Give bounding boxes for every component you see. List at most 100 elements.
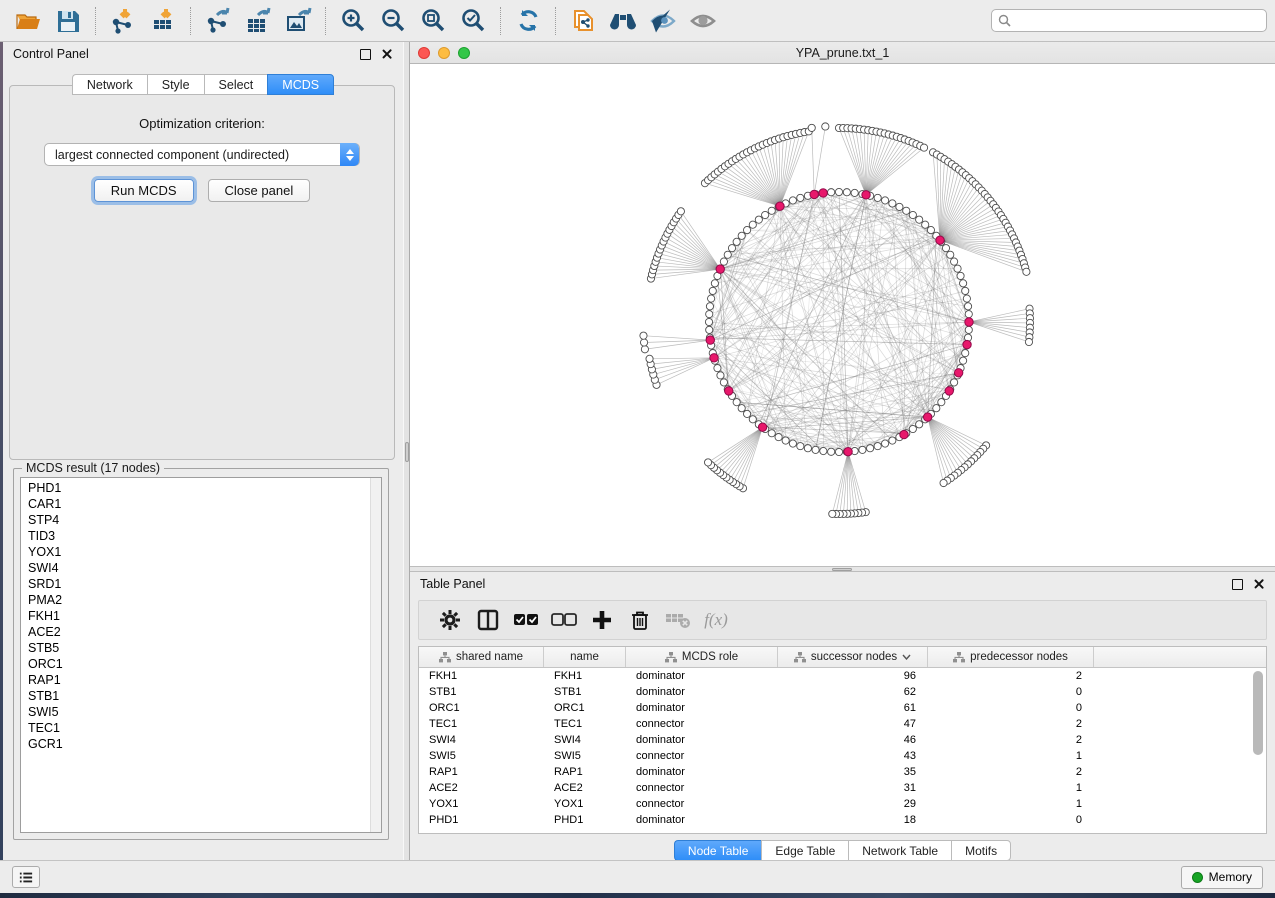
table-settings-button[interactable]: [431, 604, 469, 636]
tab-style[interactable]: Style: [147, 74, 204, 95]
table-row[interactable]: ORC1ORC1dominator610: [419, 700, 1266, 716]
zoom-selected-icon: [460, 7, 487, 34]
show-graphics-button[interactable]: [683, 4, 723, 38]
create-column-button[interactable]: [583, 604, 621, 636]
list-item[interactable]: TID3: [28, 528, 381, 544]
save-button[interactable]: [48, 4, 88, 38]
export-network-button[interactable]: [198, 4, 238, 38]
network-window: YPA_prune.txt_1: [410, 42, 1275, 566]
table-row[interactable]: SWI4SWI4dominator462: [419, 732, 1266, 748]
refresh-button[interactable]: [508, 4, 548, 38]
list-item[interactable]: PMA2: [28, 592, 381, 608]
vertical-splitter[interactable]: [403, 42, 410, 860]
select-all-button[interactable]: [507, 604, 545, 636]
show-columns-button[interactable]: [469, 604, 507, 636]
table-cell: 47: [778, 716, 928, 732]
splitter-handle[interactable]: [405, 442, 409, 462]
apply-function-button[interactable]: f(x): [697, 604, 735, 636]
table-cell: ORC1: [544, 700, 626, 716]
deselect-all-button[interactable]: [545, 604, 583, 636]
column-header-successor-nodes[interactable]: successor nodes: [778, 647, 928, 667]
list-item[interactable]: GCR1: [28, 736, 381, 752]
close-panel-icon[interactable]: [381, 48, 393, 60]
table-row[interactable]: SWI5SWI5connector431: [419, 748, 1266, 764]
tab-motifs[interactable]: Motifs: [951, 840, 1011, 861]
list-item[interactable]: STP4: [28, 512, 381, 528]
list-item[interactable]: SWI4: [28, 560, 381, 576]
table-cell: SWI5: [544, 748, 626, 764]
column-header-shared-name[interactable]: shared name: [419, 647, 544, 667]
zoom-fit-button[interactable]: [413, 4, 453, 38]
table-row[interactable]: RAP1RAP1dominator352: [419, 764, 1266, 780]
list-item[interactable]: STB1: [28, 688, 381, 704]
export-table-button[interactable]: [238, 4, 278, 38]
optimization-select[interactable]: largest connected component (undirected): [44, 143, 360, 166]
list-item[interactable]: CAR1: [28, 496, 381, 512]
network-graph[interactable]: [410, 64, 1275, 565]
mcds-result-list[interactable]: PHD1CAR1STP4TID3YOX1SWI4SRD1PMA2FKH1ACE2…: [20, 477, 382, 833]
float-panel-icon[interactable]: [360, 49, 371, 60]
list-item[interactable]: SWI5: [28, 704, 381, 720]
close-panel-icon[interactable]: [1253, 578, 1265, 590]
import-network-icon: [110, 7, 137, 34]
export-image-button[interactable]: [278, 4, 318, 38]
select-stepper-icon: [340, 143, 359, 166]
table-row[interactable]: YOX1YOX1connector291: [419, 796, 1266, 812]
tab-edge-table[interactable]: Edge Table: [761, 840, 848, 861]
float-panel-icon[interactable]: [1232, 579, 1243, 590]
column-header-name[interactable]: name: [544, 647, 626, 667]
run-mcds-button[interactable]: Run MCDS: [94, 179, 194, 202]
tab-select[interactable]: Select: [204, 74, 268, 95]
memory-button[interactable]: Memory: [1181, 866, 1263, 889]
search-input[interactable]: [1016, 13, 1260, 29]
list-item[interactable]: RAP1: [28, 672, 381, 688]
zoom-out-button[interactable]: [373, 4, 413, 38]
clone-network-button[interactable]: [563, 4, 603, 38]
table-cell: RAP1: [544, 764, 626, 780]
tab-node-table[interactable]: Node Table: [674, 840, 762, 861]
close-panel-button[interactable]: Close panel: [208, 179, 311, 202]
table-row[interactable]: FKH1FKH1dominator962: [419, 668, 1266, 684]
import-table-button[interactable]: [143, 4, 183, 38]
table-cell: dominator: [626, 764, 778, 780]
list-icon: [19, 871, 33, 884]
table-row[interactable]: STB1STB1dominator620: [419, 684, 1266, 700]
table-cell: 46: [778, 732, 928, 748]
delete-table-button[interactable]: [659, 604, 697, 636]
style-visibility-icon: [649, 7, 677, 34]
list-item[interactable]: TEC1: [28, 720, 381, 736]
list-item[interactable]: ACE2: [28, 624, 381, 640]
table-cell: 62: [778, 684, 928, 700]
import-network-button[interactable]: [103, 4, 143, 38]
table-cell: SWI4: [419, 732, 544, 748]
tab-network[interactable]: Network: [72, 74, 147, 95]
list-item[interactable]: FKH1: [28, 608, 381, 624]
list-item[interactable]: STB5: [28, 640, 381, 656]
table-row[interactable]: TEC1TEC1connector472: [419, 716, 1266, 732]
result-scrollbar[interactable]: [370, 478, 381, 832]
table-scrollbar[interactable]: [1253, 671, 1263, 755]
network-canvas[interactable]: [410, 64, 1275, 565]
splitter-handle[interactable]: [832, 568, 852, 571]
tab-network-table[interactable]: Network Table: [848, 840, 951, 861]
open-button[interactable]: [8, 4, 48, 38]
tab-mcds[interactable]: MCDS: [267, 74, 334, 95]
column-header-mcds-role[interactable]: MCDS role: [626, 647, 778, 667]
list-item[interactable]: SRD1: [28, 576, 381, 592]
column-header-predecessor-nodes[interactable]: predecessor nodes: [928, 647, 1094, 667]
style-visibility-button[interactable]: [643, 4, 683, 38]
list-item[interactable]: YOX1: [28, 544, 381, 560]
table-cell: dominator: [626, 700, 778, 716]
table-row[interactable]: ACE2ACE2connector311: [419, 780, 1266, 796]
table-cell: TEC1: [544, 716, 626, 732]
control-panel: Control Panel NetworkStyleSelectMCDS Opt…: [3, 42, 403, 860]
delete-column-button[interactable]: [621, 604, 659, 636]
list-item[interactable]: PHD1: [28, 480, 381, 496]
task-history-button[interactable]: [12, 866, 40, 888]
list-item[interactable]: ORC1: [28, 656, 381, 672]
zoom-selected-button[interactable]: [453, 4, 493, 38]
search-network-button[interactable]: [603, 4, 643, 38]
optimization-selected-value: largest connected component (undirected): [55, 148, 289, 162]
table-row[interactable]: PHD1PHD1dominator180: [419, 812, 1266, 828]
zoom-in-button[interactable]: [333, 4, 373, 38]
